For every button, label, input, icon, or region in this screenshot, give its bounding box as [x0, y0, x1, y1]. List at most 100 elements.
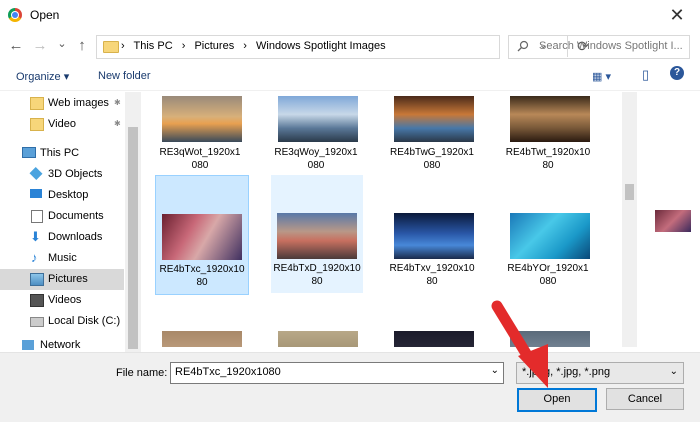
file-name-label: File name: — [116, 367, 168, 379]
scrollbar-thumb[interactable] — [625, 184, 634, 200]
breadcrumb: › This PC › Pictures › Windows Spotlight… — [121, 40, 392, 52]
file-name-value[interactable]: RE4bTxc_1920x1080 — [175, 366, 281, 378]
music-icon: ♪ — [31, 250, 38, 265]
open-button[interactable]: Open — [517, 388, 597, 412]
help-icon[interactable]: ? — [670, 66, 684, 80]
thumbnail-image — [278, 96, 358, 142]
cancel-button[interactable]: Cancel — [606, 388, 684, 410]
sidebar-item-local-disk[interactable]: Local Disk (C:) — [0, 311, 124, 332]
navigation-pane: Web images ✱ Video ✱ This PC 3D Objects … — [0, 92, 124, 350]
address-bar[interactable]: › This PC › Pictures › Windows Spotlight… — [96, 35, 589, 59]
document-icon — [31, 210, 43, 223]
sidebar-item-label: Music — [48, 252, 77, 264]
thumbnail-image — [510, 213, 590, 259]
breadcrumb-this-pc[interactable]: This PC — [134, 40, 173, 52]
sidebar-item-label: Network — [40, 339, 81, 350]
download-icon: ⬇ — [30, 229, 41, 244]
pin-icon: ✱ — [114, 98, 121, 107]
sidebar-item-label: Videos — [48, 294, 82, 306]
disk-icon — [30, 317, 44, 327]
sidebar-item-label: This PC — [40, 147, 80, 159]
thumbnail-image — [162, 214, 242, 260]
thumbnail-image[interactable] — [162, 331, 242, 347]
file-name-field[interactable]: RE4bTxc_1920x1080 ⌄ — [170, 362, 504, 384]
sidebar-item-label: Video — [48, 118, 76, 130]
file-label: RE4bYOr_1920x1 080 — [507, 263, 589, 287]
thumbnail-image — [394, 96, 474, 142]
thumbnail-image — [394, 213, 474, 259]
up-arrow-icon[interactable]: ↑ — [74, 37, 90, 54]
nav-pane-scrollbar[interactable] — [125, 92, 141, 352]
computer-icon — [22, 147, 36, 158]
file-label: RE3qWot_1920x1 080 — [159, 147, 241, 171]
breadcrumb-separator: › — [181, 40, 186, 52]
change-view-icon[interactable]: ▦ ▾ — [592, 70, 611, 83]
recent-locations-icon[interactable]: ⌄ — [54, 37, 70, 50]
sidebar-item-web-images[interactable]: Web images ✱ — [0, 93, 124, 114]
forward-arrow-icon[interactable]: → — [32, 37, 48, 54]
sidebar-item-label: Downloads — [48, 231, 103, 243]
sidebar-item-network[interactable]: Network — [0, 338, 124, 350]
scrollbar-thumb[interactable] — [128, 127, 138, 349]
videos-icon — [30, 294, 44, 307]
breadcrumb-separator: › — [121, 40, 125, 52]
file-item[interactable]: RE4bTxD_1920x10 80 — [271, 175, 363, 293]
sidebar-item-music[interactable]: ♪ Music — [0, 248, 124, 269]
sidebar-item-video[interactable]: Video ✱ — [0, 114, 124, 135]
thumbnail-image — [162, 96, 242, 142]
file-label: RE3qWoy_1920x1 080 — [274, 147, 358, 171]
thumbnail-image — [277, 213, 357, 259]
file-item[interactable]: RE4bTxv_1920x10 80 — [386, 175, 478, 293]
search-icon — [517, 40, 529, 55]
chevron-down-icon[interactable]: ⌄ — [670, 366, 678, 377]
sidebar-item-this-pc[interactable]: This PC — [0, 143, 124, 164]
chrome-icon — [8, 8, 22, 22]
file-label: RE4bTwt_1920x10 80 — [505, 147, 591, 171]
sidebar-item-downloads[interactable]: ⬇ Downloads — [0, 227, 124, 248]
pictures-icon — [30, 273, 44, 286]
thumbnail-image[interactable] — [394, 331, 474, 347]
file-item-selected[interactable]: RE4bTxc_1920x10 80 — [155, 175, 249, 295]
preview-thumbnail — [655, 210, 691, 232]
sidebar-item-label: Desktop — [48, 189, 89, 201]
thumbnail-image — [510, 96, 590, 142]
navigation-bar: ← → ⌄ ↑ › This PC › Pictures › Windows S… — [0, 30, 700, 62]
breadcrumb-pictures[interactable]: Pictures — [194, 40, 234, 52]
file-label: RE4bTxD_1920x10 80 — [273, 263, 361, 287]
new-folder-button[interactable]: New folder — [98, 70, 151, 82]
file-label: RE4bTxc_1920x10 80 — [159, 264, 245, 288]
back-arrow-icon[interactable]: ← — [8, 37, 24, 54]
file-type-filter[interactable]: *.jpeg, *.jpg, *.png ⌄ — [516, 362, 684, 384]
folder-icon — [30, 97, 44, 110]
preview-pane-icon[interactable]: ▯ — [642, 67, 649, 83]
bottom-bar: File name: RE4bTxc_1920x1080 ⌄ *.jpeg, *… — [0, 352, 700, 422]
title-bar: Open ✕ — [0, 0, 700, 30]
sidebar-item-desktop[interactable]: Desktop — [0, 185, 124, 206]
window-title: Open — [30, 8, 60, 22]
search-box[interactable]: Search Windows Spotlight I... — [508, 35, 690, 59]
sidebar-item-label: Documents — [48, 210, 104, 222]
sidebar-item-videos[interactable]: Videos — [0, 290, 124, 311]
sidebar-item-documents[interactable]: Documents — [0, 206, 124, 227]
command-bar: Organize ▾ New folder ▦ ▾ ▯ ? — [0, 64, 700, 91]
sidebar-item-pictures[interactable]: Pictures — [0, 269, 124, 290]
file-item[interactable]: RE4bYOr_1920x1 080 — [502, 175, 594, 293]
thumbnail-image[interactable] — [510, 331, 590, 347]
organize-menu[interactable]: Organize ▾ — [16, 70, 69, 83]
breadcrumb-spotlight[interactable]: Windows Spotlight Images — [256, 40, 386, 52]
desktop-icon — [30, 189, 42, 198]
file-list: RE3qWot_1920x1 080 RE3qWoy_1920x1 080 RE4b… — [142, 92, 620, 347]
search-input[interactable]: Search Windows Spotlight I... — [539, 40, 683, 52]
breadcrumb-separator: › — [243, 40, 247, 52]
chevron-down-icon[interactable]: ⌄ — [491, 365, 499, 376]
sidebar-item-3d-objects[interactable]: 3D Objects — [0, 164, 124, 185]
thumbnail-image[interactable] — [278, 331, 358, 347]
file-label: RE4bTxv_1920x10 80 — [389, 263, 475, 287]
cube-icon — [29, 166, 43, 181]
folder-icon — [30, 118, 44, 131]
pin-icon: ✱ — [114, 119, 121, 128]
close-button[interactable]: ✕ — [662, 2, 692, 28]
file-list-scrollbar[interactable] — [622, 92, 637, 347]
sidebar-item-label: Pictures — [48, 273, 88, 285]
sidebar-item-label: 3D Objects — [48, 168, 103, 180]
